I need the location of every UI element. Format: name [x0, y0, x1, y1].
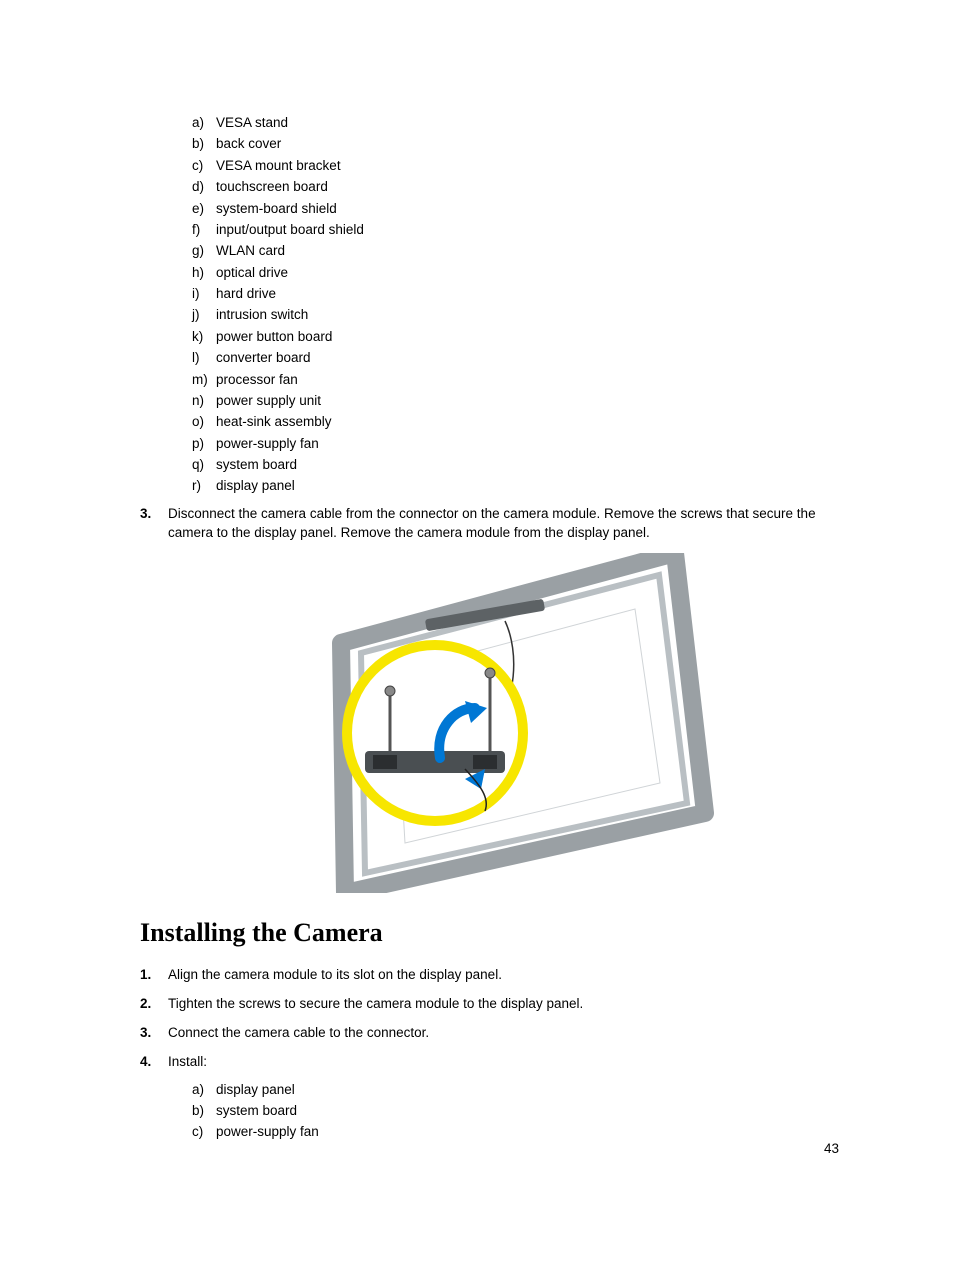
- list-text: power-supply fan: [216, 1124, 319, 1141]
- list-item: a)display panel: [192, 1082, 839, 1099]
- list-marker: n): [192, 393, 216, 410]
- list-text: display panel: [216, 478, 295, 495]
- list-marker: c): [192, 158, 216, 175]
- list-text: power button board: [216, 329, 332, 346]
- list-item: r)display panel: [192, 478, 839, 495]
- list-item: q)system board: [192, 457, 839, 474]
- list-marker: b): [192, 136, 216, 153]
- step-marker: 3.: [140, 1024, 168, 1043]
- list-marker: a): [192, 115, 216, 132]
- list-item: b)system board: [192, 1103, 839, 1120]
- list-item: a)VESA stand: [192, 115, 839, 132]
- list-text: display panel: [216, 1082, 295, 1099]
- list-text: heat-sink assembly: [216, 414, 332, 431]
- list-item: l)converter board: [192, 350, 839, 367]
- install-step: 1. Align the camera module to its slot o…: [140, 966, 839, 985]
- list-marker: h): [192, 265, 216, 282]
- list-marker: l): [192, 350, 216, 367]
- list-text: system board: [216, 1103, 297, 1120]
- list-item: i)hard drive: [192, 286, 839, 303]
- list-text: intrusion switch: [216, 307, 308, 324]
- list-item: c)power-supply fan: [192, 1124, 839, 1141]
- page-content: a)VESA stand b)back cover c)VESA mount b…: [0, 0, 954, 1141]
- list-marker: d): [192, 179, 216, 196]
- list-text: WLAN card: [216, 243, 285, 260]
- list-marker: k): [192, 329, 216, 346]
- step-marker: 1.: [140, 966, 168, 985]
- list-item: k)power button board: [192, 329, 839, 346]
- list-text: converter board: [216, 350, 311, 367]
- list-text: VESA stand: [216, 115, 288, 132]
- install-step: 2. Tighten the screws to secure the came…: [140, 995, 839, 1014]
- install-step: 4. Install:: [140, 1053, 839, 1072]
- list-marker: i): [192, 286, 216, 303]
- step-text: Align the camera module to its slot on t…: [168, 966, 839, 985]
- list-item: o)heat-sink assembly: [192, 414, 839, 431]
- step-text: Connect the camera cable to the connecto…: [168, 1024, 839, 1043]
- install-step: 3. Connect the camera cable to the conne…: [140, 1024, 839, 1043]
- list-text: system board: [216, 457, 297, 474]
- list-text: system-board shield: [216, 201, 337, 218]
- camera-remove-figure: [265, 553, 715, 893]
- section-heading: Installing the Camera: [140, 918, 839, 948]
- install-steps: 1. Align the camera module to its slot o…: [140, 966, 839, 1141]
- list-text: VESA mount bracket: [216, 158, 341, 175]
- page-number: 43: [824, 1141, 839, 1156]
- list-marker: p): [192, 436, 216, 453]
- list-marker: b): [192, 1103, 216, 1120]
- list-marker: a): [192, 1082, 216, 1099]
- list-text: input/output board shield: [216, 222, 364, 239]
- list-marker: r): [192, 478, 216, 495]
- remove-sub-list: a)VESA stand b)back cover c)VESA mount b…: [192, 115, 839, 495]
- list-item: j)intrusion switch: [192, 307, 839, 324]
- step-text: Tighten the screws to secure the camera …: [168, 995, 839, 1014]
- list-text: back cover: [216, 136, 281, 153]
- list-item: p)power-supply fan: [192, 436, 839, 453]
- list-marker: o): [192, 414, 216, 431]
- step-text: Install:: [168, 1053, 839, 1072]
- step-text: Disconnect the camera cable from the con…: [168, 505, 839, 543]
- step-marker: 2.: [140, 995, 168, 1014]
- list-text: processor fan: [216, 372, 298, 389]
- step-marker: 4.: [140, 1053, 168, 1072]
- list-text: touchscreen board: [216, 179, 328, 196]
- list-text: hard drive: [216, 286, 276, 303]
- list-marker: q): [192, 457, 216, 474]
- list-marker: c): [192, 1124, 216, 1141]
- step-3: 3. Disconnect the camera cable from the …: [140, 505, 839, 543]
- list-marker: f): [192, 222, 216, 239]
- list-item: h)optical drive: [192, 265, 839, 282]
- list-marker: m): [192, 372, 216, 389]
- list-item: g)WLAN card: [192, 243, 839, 260]
- list-item: b)back cover: [192, 136, 839, 153]
- list-marker: j): [192, 307, 216, 324]
- list-item: n)power supply unit: [192, 393, 839, 410]
- list-marker: e): [192, 201, 216, 218]
- list-item: f)input/output board shield: [192, 222, 839, 239]
- list-text: power-supply fan: [216, 436, 319, 453]
- list-text: optical drive: [216, 265, 288, 282]
- step-marker: 3.: [140, 505, 168, 543]
- list-item: c)VESA mount bracket: [192, 158, 839, 175]
- install-sub-list: a)display panel b)system board c)power-s…: [192, 1082, 839, 1142]
- figure-container: [140, 553, 839, 898]
- list-text: power supply unit: [216, 393, 321, 410]
- list-item: m)processor fan: [192, 372, 839, 389]
- list-marker: g): [192, 243, 216, 260]
- list-item: e)system-board shield: [192, 201, 839, 218]
- list-item: d)touchscreen board: [192, 179, 839, 196]
